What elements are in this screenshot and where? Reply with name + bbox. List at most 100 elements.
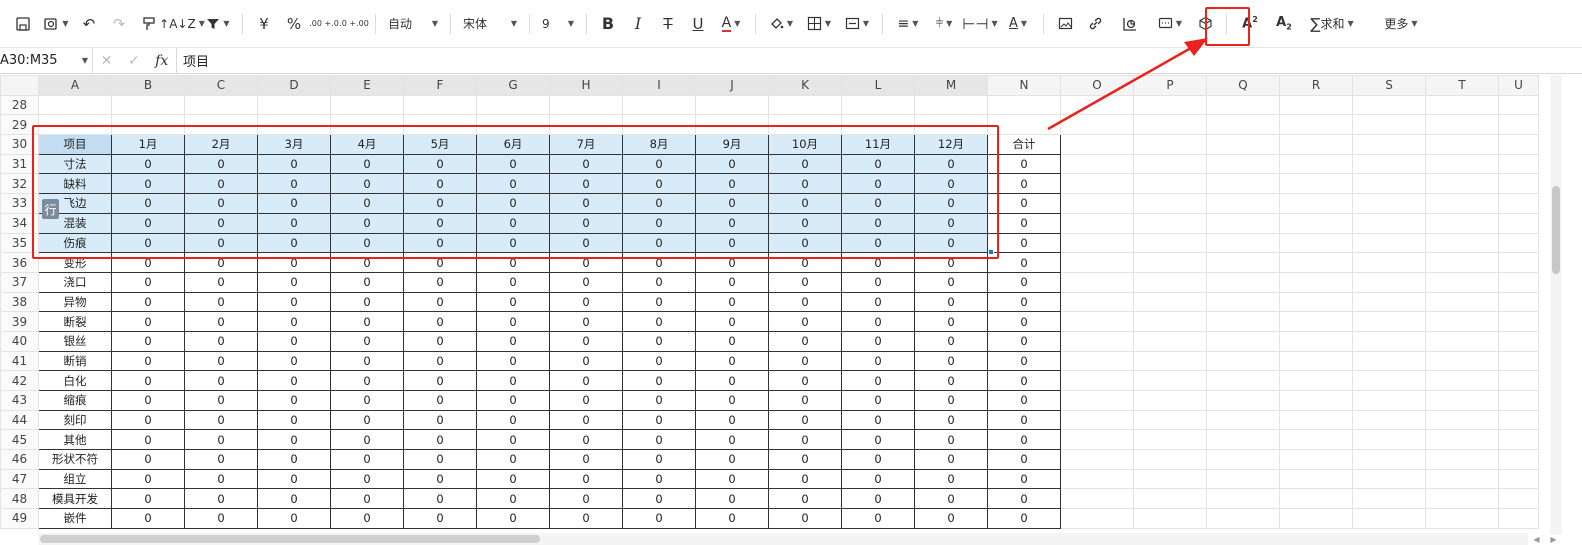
value-cell[interactable]: 0 <box>257 232 331 254</box>
value-cell[interactable]: 0 <box>111 409 185 431</box>
cell[interactable] <box>1133 390 1207 411</box>
value-cell[interactable]: 0 <box>403 508 477 529</box>
cell[interactable] <box>1498 488 1539 510</box>
value-cell[interactable]: 0 <box>768 212 842 234</box>
value-cell[interactable]: 0 <box>111 173 185 195</box>
value-cell[interactable]: 0 <box>111 291 185 313</box>
value-cell[interactable]: 0 <box>768 508 842 529</box>
cell[interactable] <box>1498 350 1539 372</box>
cell[interactable] <box>1425 94 1499 116</box>
horizontal-scroll-thumb[interactable] <box>40 535 540 543</box>
value-cell[interactable]: 0 <box>841 193 915 214</box>
cell[interactable] <box>1425 311 1499 332</box>
value-cell[interactable]: 0 <box>841 468 915 490</box>
cell[interactable] <box>1206 271 1280 293</box>
value-cell[interactable]: 0 <box>841 350 915 372</box>
cell[interactable] <box>1352 330 1426 352</box>
value-cell[interactable]: 0 <box>622 311 696 332</box>
value-cell[interactable]: 0 <box>695 193 769 214</box>
value-cell[interactable]: 0 <box>549 271 623 293</box>
value-cell[interactable]: 0 <box>330 311 404 332</box>
cell[interactable] <box>1425 252 1499 273</box>
value-cell[interactable]: 0 <box>184 429 258 451</box>
value-cell[interactable]: 0 <box>914 330 988 352</box>
fill-handle[interactable] <box>988 249 994 255</box>
row-header[interactable]: 36 <box>0 252 39 273</box>
total-cell[interactable]: 0 <box>987 409 1061 431</box>
header-cell[interactable]: 6月 <box>476 134 550 155</box>
value-cell[interactable]: 0 <box>330 330 404 352</box>
currency-format-button[interactable]: ¥ <box>249 10 279 38</box>
value-cell[interactable]: 0 <box>403 488 477 510</box>
value-cell[interactable]: 0 <box>403 409 477 431</box>
value-cell[interactable]: 0 <box>622 370 696 391</box>
value-cell[interactable]: 0 <box>841 252 915 273</box>
row-label-cell[interactable]: 变形 <box>38 252 112 273</box>
cell[interactable] <box>257 94 331 116</box>
value-cell[interactable]: 0 <box>111 390 185 411</box>
value-cell[interactable]: 0 <box>768 350 842 372</box>
cell[interactable] <box>987 114 1061 136</box>
value-cell[interactable]: 0 <box>403 370 477 391</box>
header-cell[interactable]: 9月 <box>695 134 769 155</box>
formula-input[interactable]: 项目 <box>177 51 209 70</box>
cell[interactable] <box>1279 94 1353 116</box>
scroll-left-icon[interactable]: ◀ <box>1533 535 1539 544</box>
total-cell[interactable]: 0 <box>987 429 1061 451</box>
value-cell[interactable]: 0 <box>257 311 331 332</box>
value-cell[interactable]: 0 <box>476 173 550 195</box>
column-header[interactable]: I <box>622 75 696 96</box>
value-cell[interactable]: 0 <box>622 271 696 293</box>
value-cell[interactable]: 0 <box>476 311 550 332</box>
cell[interactable] <box>1206 429 1280 451</box>
cell[interactable] <box>1425 370 1499 391</box>
value-cell[interactable]: 0 <box>403 429 477 451</box>
header-cell[interactable]: 12月 <box>914 134 988 155</box>
value-cell[interactable]: 0 <box>622 350 696 372</box>
cell[interactable] <box>549 94 623 116</box>
cell[interactable] <box>1206 153 1280 175</box>
cell[interactable] <box>1498 114 1539 136</box>
column-header[interactable]: A <box>38 75 112 96</box>
header-cell[interactable]: 10月 <box>768 134 842 155</box>
cell[interactable] <box>1279 193 1353 214</box>
cell[interactable] <box>1425 350 1499 372</box>
value-cell[interactable]: 0 <box>695 508 769 529</box>
cell[interactable] <box>1498 468 1539 490</box>
insert-function-icon[interactable]: fx <box>155 53 168 69</box>
cell[interactable] <box>1060 508 1134 529</box>
value-cell[interactable]: 0 <box>841 291 915 313</box>
value-cell[interactable]: 0 <box>403 212 477 234</box>
italic-icon[interactable]: I <box>623 10 653 38</box>
cell[interactable] <box>1425 212 1499 234</box>
value-cell[interactable]: 0 <box>184 252 258 273</box>
header-cell[interactable]: 2月 <box>184 134 258 155</box>
value-cell[interactable]: 0 <box>257 330 331 352</box>
cell[interactable] <box>841 114 915 136</box>
column-header[interactable]: H <box>549 75 623 96</box>
value-cell[interactable]: 0 <box>914 508 988 529</box>
value-cell[interactable]: 0 <box>184 488 258 510</box>
cell[interactable] <box>914 114 988 136</box>
row-label-cell[interactable]: 形状不符 <box>38 449 112 470</box>
cell[interactable] <box>1060 330 1134 352</box>
cell[interactable] <box>1279 114 1353 136</box>
value-cell[interactable]: 0 <box>330 370 404 391</box>
total-cell[interactable]: 0 <box>987 173 1061 195</box>
cell[interactable] <box>1206 508 1280 529</box>
value-cell[interactable]: 0 <box>914 212 988 234</box>
cell[interactable] <box>1060 350 1134 372</box>
value-cell[interactable]: 0 <box>914 271 988 293</box>
column-header[interactable]: J <box>695 75 769 96</box>
value-cell[interactable]: 0 <box>111 429 185 451</box>
value-cell[interactable]: 0 <box>476 330 550 352</box>
cell[interactable] <box>1279 390 1353 411</box>
row-header[interactable]: 40 <box>0 330 39 352</box>
value-cell[interactable]: 0 <box>914 350 988 372</box>
row-header[interactable]: 31 <box>0 153 39 175</box>
cell[interactable] <box>1060 153 1134 175</box>
header-cell[interactable]: 合计 <box>987 134 1061 155</box>
value-cell[interactable]: 0 <box>549 291 623 313</box>
text-rotate-button[interactable]: A ▼ <box>999 10 1037 38</box>
value-cell[interactable]: 0 <box>330 350 404 372</box>
